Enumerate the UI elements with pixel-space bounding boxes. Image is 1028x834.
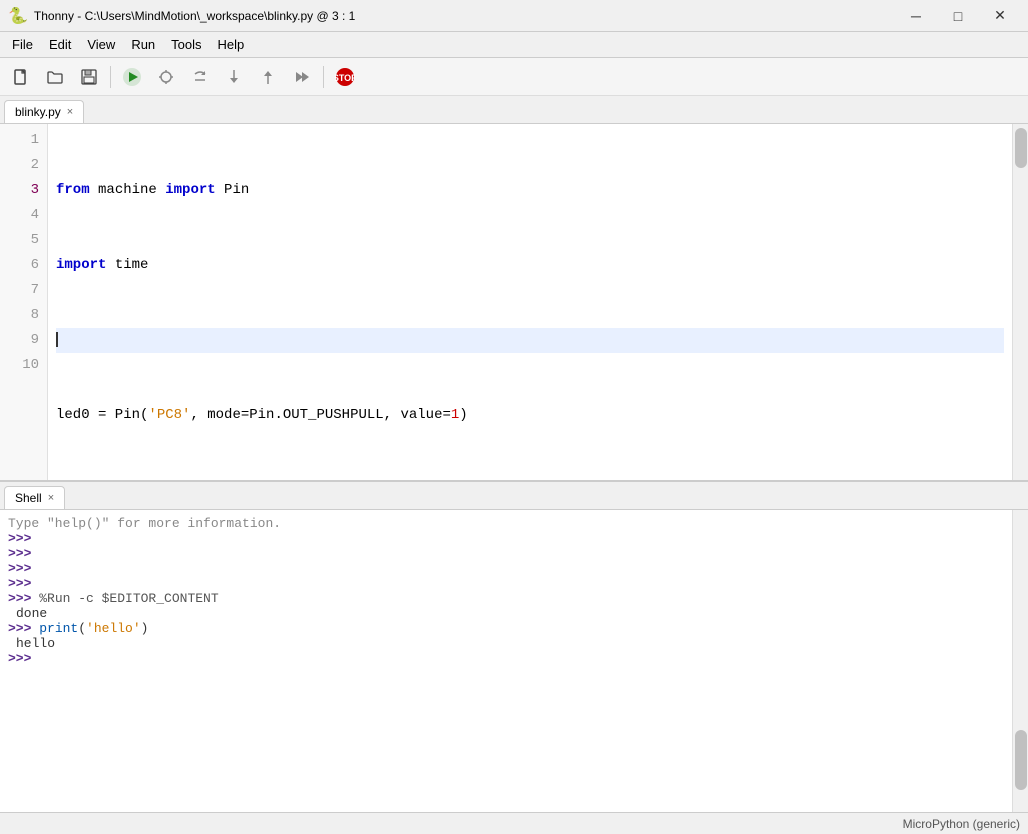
line-num-8: 8 [0,303,39,328]
line-numbers: 1 2 3 4 5 6 7 8 9 10 [0,124,48,480]
step-over-icon [191,68,209,86]
shell-content[interactable]: Type "help()" for more information. >>> … [0,510,1012,812]
status-text: MicroPython (generic) [903,817,1020,831]
step-into-button[interactable] [219,63,249,91]
tab-label: blinky.py [15,105,61,119]
code-line-5: for i in range(10): [56,478,1004,480]
line-num-10: 10 [0,353,39,378]
shell-prompt-1: >>> [8,531,1004,546]
new-icon [12,68,30,86]
resume-button[interactable] [287,63,317,91]
debug-icon [157,68,175,86]
toolbar: STOP [0,58,1028,96]
shell-tab-bar: Shell × [0,482,1028,510]
line-num-2: 2 [0,153,39,178]
step-into-icon [225,68,243,86]
menu-view[interactable]: View [79,35,123,54]
line-num-1: 1 [0,128,39,153]
shell-prompt-3: >>> [8,561,1004,576]
menu-run[interactable]: Run [123,35,163,54]
code-line-4: led0 = Pin('PC8', mode=Pin.OUT_PUSHPULL,… [56,403,1004,428]
minimize-button[interactable]: ─ [896,2,936,30]
editor-tab-bar: blinky.py × [0,96,1028,124]
menu-help[interactable]: Help [210,35,253,54]
shell-info-line: Type "help()" for more information. [8,516,1004,531]
editor-scrollbar-thumb[interactable] [1015,128,1027,168]
tab-close-icon[interactable]: × [67,107,73,118]
open-button[interactable] [40,63,70,91]
window-title: Thonny - C:\Users\MindMotion\_workspace\… [34,9,896,23]
shell-print-line: >>> print('hello') [8,621,1004,636]
step-out-button[interactable] [253,63,283,91]
shell-prompt-2: >>> [8,546,1004,561]
shell-scrollbar-thumb[interactable] [1015,730,1027,790]
run-button[interactable] [117,63,147,91]
shell-section: Shell × Type "help()" for more informati… [0,482,1028,812]
line-num-7: 7 [0,278,39,303]
line-num-6: 6 [0,253,39,278]
step-over-button[interactable] [185,63,215,91]
maximize-button[interactable]: □ [938,2,978,30]
shell-prompt-4: >>> [8,576,1004,591]
svg-text:STOP: STOP [335,73,355,83]
code-editor[interactable]: from machine import Pin import time led0… [48,124,1012,480]
toolbar-sep-1 [110,66,111,88]
code-line-2: import time [56,253,1004,278]
stop-icon: STOP [335,67,355,87]
open-icon [46,68,64,86]
resume-icon [293,68,311,86]
line-num-3: 3 [0,178,39,203]
debug-button[interactable] [151,63,181,91]
menu-edit[interactable]: Edit [41,35,79,54]
close-button[interactable]: ✕ [980,2,1020,30]
editor-scrollbar[interactable] [1012,124,1028,480]
menubar: File Edit View Run Tools Help [0,32,1028,58]
shell-output-done: done [8,606,1004,621]
shell-scrollbar[interactable] [1012,510,1028,812]
save-button[interactable] [74,63,104,91]
editor-section: blinky.py × 1 2 3 4 5 6 7 8 9 10 from ma… [0,96,1028,482]
shell-prompt-last: >>> [8,651,1004,666]
shell-tab[interactable]: Shell × [4,486,65,509]
toolbar-sep-2 [323,66,324,88]
new-button[interactable] [6,63,36,91]
editor-tab-blinky[interactable]: blinky.py × [4,100,84,123]
status-bar: MicroPython (generic) [0,812,1028,834]
code-line-1: from machine import Pin [56,178,1004,203]
code-line-3 [56,328,1004,353]
stop-button[interactable]: STOP [330,63,360,91]
code-area[interactable]: 1 2 3 4 5 6 7 8 9 10 from machine import… [0,124,1028,480]
app-logo: 🐍 [8,6,28,26]
shell-tab-label: Shell [15,491,42,505]
shell-output-hello: hello [8,636,1004,651]
line-num-5: 5 [0,228,39,253]
step-out-icon [259,68,277,86]
menu-tools[interactable]: Tools [163,35,209,54]
line-num-9: 9 [0,328,39,353]
main-content: blinky.py × 1 2 3 4 5 6 7 8 9 10 from ma… [0,96,1028,812]
shell-scroll-container: Type "help()" for more information. >>> … [0,510,1028,812]
save-icon [80,68,98,86]
shell-run-line: >>> %Run -c $EDITOR_CONTENT [8,591,1004,606]
menu-file[interactable]: File [4,35,41,54]
shell-tab-close-icon[interactable]: × [48,492,54,504]
line-num-4: 4 [0,203,39,228]
titlebar: 🐍 Thonny - C:\Users\MindMotion\_workspac… [0,0,1028,32]
run-icon [122,67,142,87]
window-controls: ─ □ ✕ [896,2,1020,30]
